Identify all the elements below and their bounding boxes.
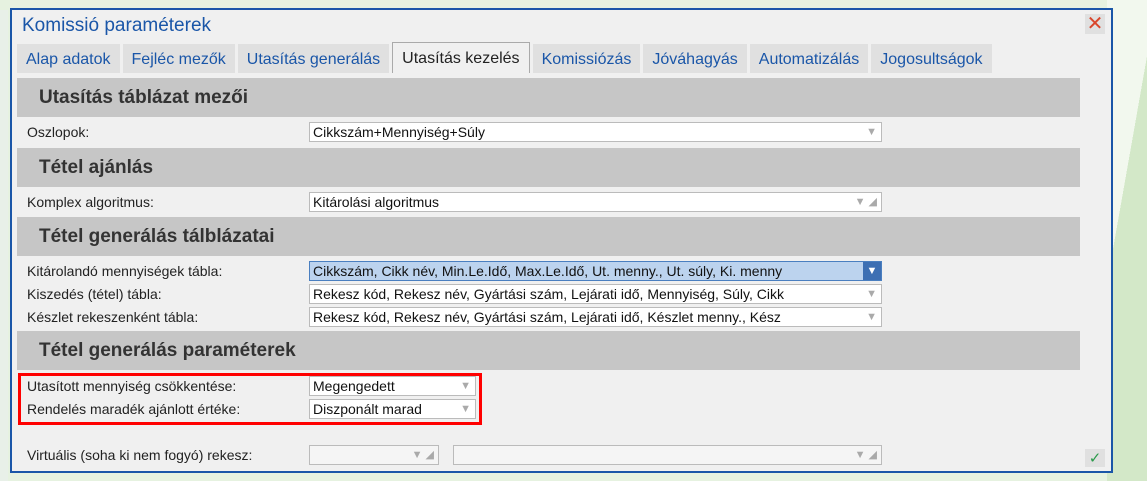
tab-fejlec-mezok[interactable]: Fejléc mezők xyxy=(122,44,235,73)
kiszedes-tabla-select[interactable]: Rekesz kód, Rekesz név, Gyártási szám, L… xyxy=(309,284,882,304)
kitarolando-tabla-select[interactable]: Cikkszám, Cikk név, Min.Le.Idő, Max.Le.I… xyxy=(309,261,882,281)
dropdown-arrow-icon: ▼ ◢ xyxy=(854,196,877,208)
select-value: Rekesz kód, Rekesz név, Gyártási szám, L… xyxy=(313,309,781,325)
close-icon[interactable]: ✕ xyxy=(1085,14,1105,34)
dropdown-arrow-icon: ▼ xyxy=(866,311,877,323)
tab-jovahagyas[interactable]: Jóváhagyás xyxy=(643,44,747,73)
background-left xyxy=(0,10,8,481)
dropdown-arrow-icon: ▼ xyxy=(866,126,877,138)
section-header: Tétel generálás tálblázatai xyxy=(17,217,1080,256)
field-label: Kitárolandó mennyiségek tábla: xyxy=(27,263,223,279)
select-value: Cikkszám+Mennyiség+Súly xyxy=(313,124,485,140)
virtualis-rekesz-select[interactable]: ▼ ◢ xyxy=(309,445,439,465)
tab-jogosultsagok[interactable]: Jogosultságok xyxy=(871,44,992,73)
section-header: Tétel generálás paraméterek xyxy=(17,331,1080,370)
dropdown-arrow-icon: ▼ ◢ xyxy=(854,449,877,461)
select-value: Kitárolási algoritmus xyxy=(313,194,440,210)
komissio-dialog: Komissió paraméterek ✕ Alap adatok Fejlé… xyxy=(10,8,1113,473)
komplex-algoritmus-select[interactable]: Kitárolási algoritmus ▼ ◢ xyxy=(309,192,882,212)
tab-automatizalas[interactable]: Automatizálás xyxy=(749,44,869,73)
field-label: Készlet rekeszenként tábla: xyxy=(27,309,199,325)
tab-utasitas-generalas[interactable]: Utasítás generálás xyxy=(237,44,390,73)
dropdown-arrow-icon: ▼ ◢ xyxy=(411,449,434,461)
keszlet-tabla-select[interactable]: Rekesz kód, Rekesz név, Gyártási szám, L… xyxy=(309,307,882,327)
tab-bar: Alap adatok Fejléc mezők Utasítás generá… xyxy=(17,42,992,73)
field-label: Komplex algoritmus: xyxy=(27,194,154,210)
tab-alap-adatok[interactable]: Alap adatok xyxy=(17,44,120,73)
dropdown-arrow-icon: ▼ xyxy=(866,288,877,300)
dropdown-arrow-icon: ▼ xyxy=(863,262,881,280)
oszlopok-select[interactable]: Cikkszám+Mennyiség+Súly ▼ xyxy=(309,122,882,142)
field-label: Oszlopok: xyxy=(27,124,90,140)
highlight-box xyxy=(18,373,482,425)
dialog-title: Komissió paraméterek xyxy=(22,15,212,36)
select-value: Rekesz kód, Rekesz név, Gyártási szám, L… xyxy=(313,286,784,302)
section-header: Tétel ajánlás xyxy=(17,148,1080,187)
background xyxy=(1107,0,1147,481)
field-label: Kiszedés (tétel) tábla: xyxy=(27,286,162,302)
tab-utasitas-kezeles[interactable]: Utasítás kezelés xyxy=(392,42,530,73)
tab-komissiozas[interactable]: Komissiózás xyxy=(532,44,641,73)
select-value: Cikkszám, Cikk név, Min.Le.Idő, Max.Le.I… xyxy=(313,263,783,279)
check-icon[interactable]: ✓ xyxy=(1085,449,1105,467)
field-label: Virtuális (soha ki nem fogyó) rekesz: xyxy=(27,447,253,463)
virtualis-rekesz-name-select[interactable]: ▼ ◢ xyxy=(453,445,882,465)
section-header: Utasítás táblázat mezői xyxy=(17,78,1080,117)
